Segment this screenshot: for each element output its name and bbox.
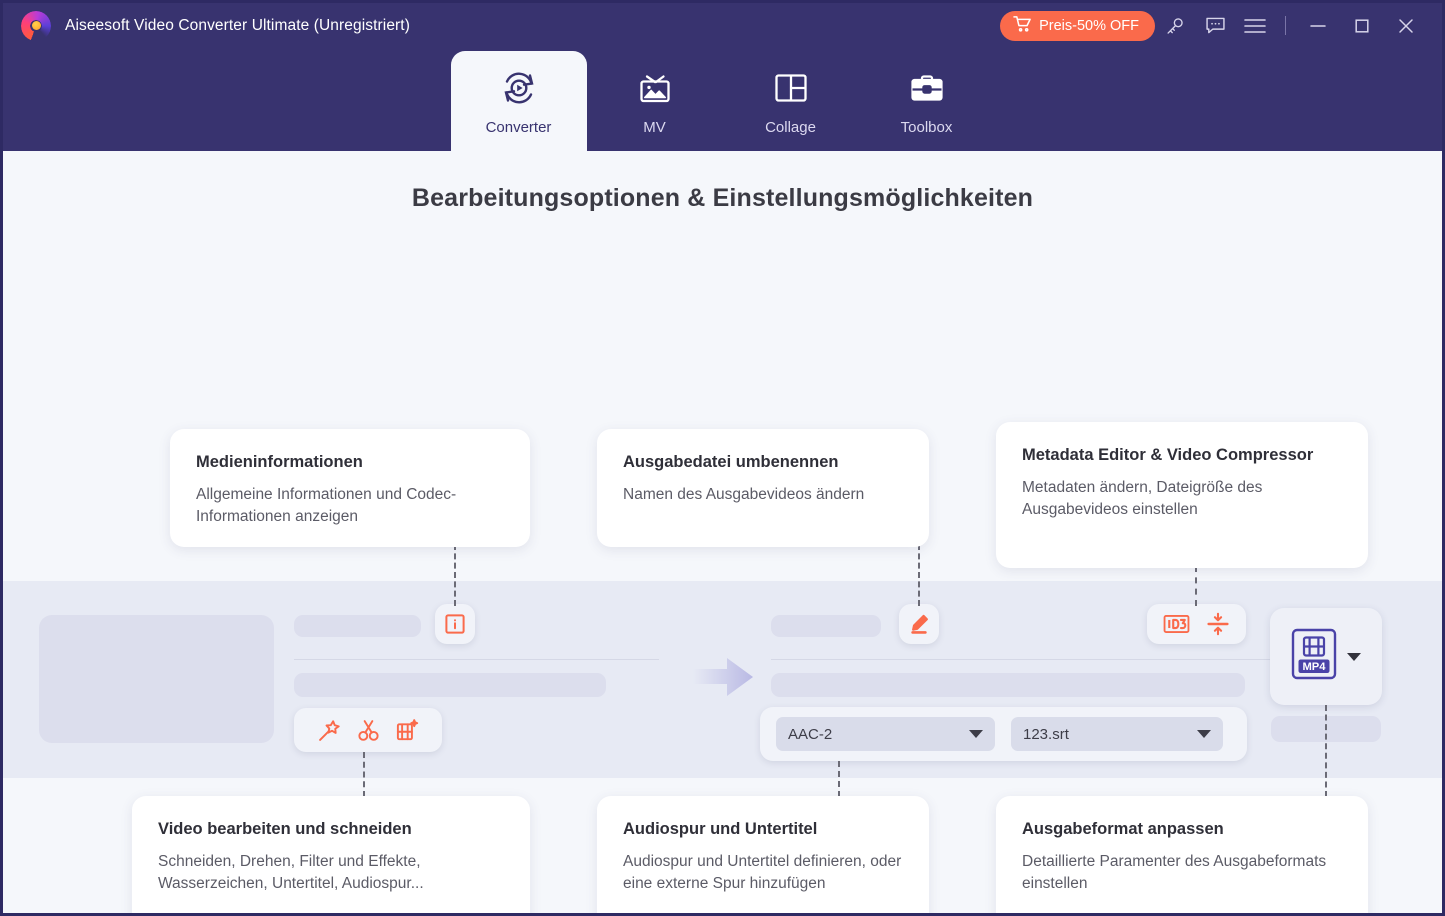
tab-collage-label: Collage [765,119,816,136]
promo-buy-button[interactable]: Preis-50% OFF [1000,10,1155,41]
subtitle-track-value: 123.srt [1023,725,1069,743]
arrow-right-icon [693,656,755,703]
card-edit-video-title: Video bearbeiten und schneiden [158,820,412,838]
feedback-icon[interactable] [1195,6,1235,46]
card-rename-desc: Namen des Ausgabevideos ändern [623,486,865,504]
card-media-info-title: Medieninformationen [196,453,363,471]
mock-title-bar-right [771,615,881,637]
app-title: Aiseesoft Video Converter Ultimate (Unre… [65,16,410,34]
enhance-film-icon[interactable] [395,718,420,743]
tab-converter-label: Converter [485,119,552,136]
page-title: Bearbeitungsoptionen & Einstellungsmögli… [411,184,1034,212]
hamburger-menu-icon[interactable] [1235,6,1275,46]
card-audio-subtitle: Audiospur und Untertitel Audiospur und U… [597,796,929,913]
card-edit-video-desc: Schneiden, Drehen, Filter und Effekte, W… [158,853,424,893]
connector-metadata [1195,566,1197,606]
card-audio-subtitle-desc: Audiospur und Untertitel definieren, ode… [623,853,902,893]
audio-track-value: AAC-2 [788,725,833,743]
info-icon [444,613,466,635]
toolbox-icon [908,66,946,110]
card-media-info: Medieninformationen Allgemeine Informati… [170,429,530,547]
tab-collage[interactable]: Collage [723,51,859,151]
magic-wand-icon[interactable] [317,718,342,743]
converter-icon [498,66,540,110]
card-metadata-title: Metadata Editor & Video Compressor [1022,446,1314,464]
mock-video-thumbnail [39,615,274,743]
close-icon[interactable] [1384,6,1428,46]
output-format-selector[interactable]: MP4 [1270,608,1382,705]
mock-meta-bar-left [294,673,606,697]
title-bar: Aiseesoft Video Converter Ultimate (Unre… [3,3,1442,48]
titlebar-divider [1285,16,1286,35]
card-edit-video: Video bearbeiten und schneiden Schneiden… [132,796,530,913]
connector-tracks [838,761,840,797]
maximize-icon[interactable] [1340,6,1384,46]
mock-meta-bar-right [771,673,1245,697]
scissors-icon[interactable] [356,718,381,743]
connector-media-info [454,544,456,606]
collage-icon [772,66,810,110]
mock-separator-left [294,659,659,660]
mock-title-bar-left [294,615,421,637]
card-metadata: Metadata Editor & Video Compressor Metad… [996,422,1368,568]
chevron-down-icon [1197,730,1211,738]
tab-mv[interactable]: MV [587,51,723,151]
card-metadata-desc: Metadaten ändern, Dateigröße des Ausgabe… [1022,479,1263,519]
metadata-tools-group[interactable] [1147,604,1246,644]
tab-toolbox-label: Toolbox [900,119,953,136]
card-output-format-desc: Detaillierte Paramenter des Ausgabeforma… [1022,853,1327,893]
media-info-button[interactable] [435,604,475,644]
tab-converter[interactable]: Converter [450,51,587,155]
aiseesoft-logo [21,10,51,41]
id3-tag-icon[interactable] [1163,613,1190,635]
chevron-down-icon [969,730,983,738]
connector-output-format [1325,705,1327,797]
promo-label: Preis-50% OFF [1039,17,1139,34]
mv-icon [635,66,675,110]
chevron-down-icon [1347,652,1361,661]
card-media-info-desc: Allgemeine Informationen und Codec-Infor… [196,486,457,526]
card-audio-subtitle-title: Audiospur und Untertitel [623,820,818,838]
cart-icon [1013,15,1032,37]
compress-icon[interactable] [1206,612,1230,636]
tab-toolbox[interactable]: Toolbox [859,51,995,151]
card-output-format-title: Ausgabeformat anpassen [1022,820,1224,838]
app-window: Aiseesoft Video Converter Ultimate (Unre… [0,0,1445,916]
edit-tools-group[interactable] [294,708,442,752]
track-selectors-group: AAC-2 123.srt [760,707,1247,761]
pencil-icon [908,613,930,635]
mock-separator-right [771,659,1272,660]
connector-edit-tools [363,752,365,797]
key-icon[interactable] [1155,6,1195,46]
rename-output-button[interactable] [899,604,939,644]
mp4-format-label: MP4 [1302,661,1326,673]
card-output-format: Ausgabeformat anpassen Detaillierte Para… [996,796,1368,913]
connector-rename [918,544,920,606]
minimize-icon[interactable] [1296,6,1340,46]
card-rename-title: Ausgabedatei umbenennen [623,453,839,471]
mp4-format-icon: MP4 [1291,628,1337,685]
main-tab-bar: Converter MV Collage Toolbox [3,48,1442,155]
card-rename: Ausgabedatei umbenennen Namen des Ausgab… [597,429,929,547]
tab-mv-label: MV [643,119,666,136]
subtitle-track-select[interactable]: 123.srt [1011,717,1223,751]
converter-intro-panel: Bearbeitungsoptionen & Einstellungsmögli… [3,151,1442,913]
audio-track-select[interactable]: AAC-2 [776,717,995,751]
titlebar-controls: Preis-50% OFF [1000,6,1428,46]
